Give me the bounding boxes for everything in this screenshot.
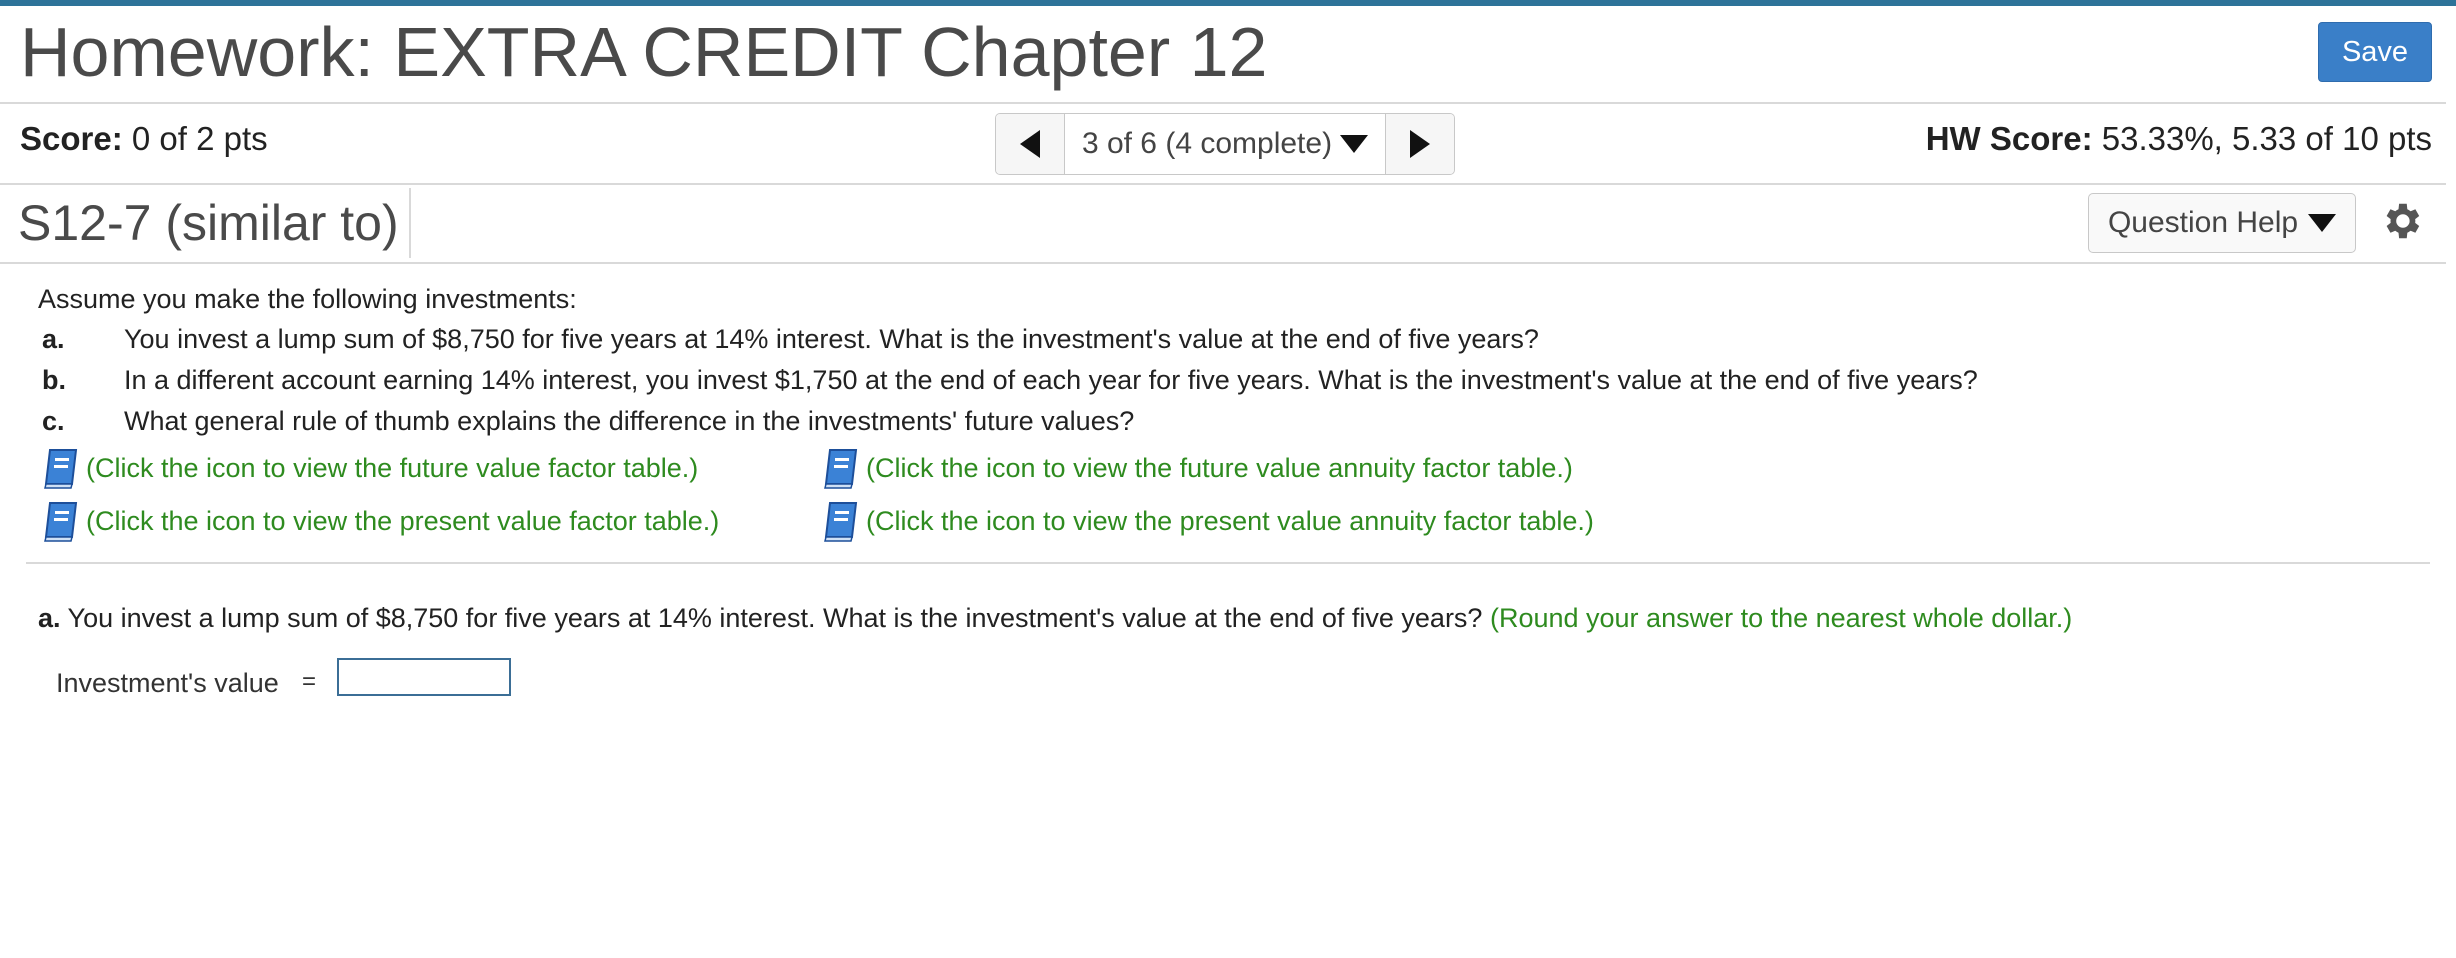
link-text[interactable]: (Click the icon to view the present valu… [866,506,1594,537]
item-label: a. [42,324,65,354]
future-value-table-link[interactable]: (Click the icon to view the future value… [42,446,698,490]
divider [0,262,2446,264]
item-text: In a different account earning 14% inter… [124,365,1978,395]
chevron-down-icon [1340,135,1369,153]
book-icon[interactable] [822,446,860,490]
part-a-text: You invest a lump sum of $8,750 for five… [67,603,1483,633]
question-progress: 3 of 6 (4 complete) [1081,127,1333,160]
divider [0,102,2446,104]
question-selector[interactable]: 3 of 6 (4 complete) [1064,114,1386,174]
book-icon[interactable] [822,499,860,543]
book-icon[interactable] [42,499,80,543]
part-a-question: a. You invest a lump sum of $8,750 for f… [38,603,2072,634]
problem-item-c: c. What general rule of thumb explains th… [42,406,1134,437]
item-label: b. [42,365,66,395]
hw-score-label: HW Score: [1925,120,2093,157]
investment-value-input[interactable] [337,658,511,696]
rounding-hint: (Round your answer to the nearest whole … [1489,603,2073,633]
equals-sign: = [302,668,317,695]
divider [0,183,2446,185]
section-divider [26,562,2430,564]
triangle-right-icon [1410,130,1430,158]
score-value: 0 of 2 pts [131,120,268,157]
score: Score: 0 of 2 pts [20,120,268,158]
save-button[interactable]: Save [2318,22,2432,82]
next-question-button[interactable] [1386,114,1454,174]
item-text: What general rule of thumb explains the … [124,406,1135,436]
link-text[interactable]: (Click the icon to view the future value… [86,453,698,484]
problem-intro: Assume you make the following investment… [38,284,577,314]
present-value-table-link[interactable]: (Click the icon to view the present valu… [42,499,719,543]
part-a-label: a. [38,603,61,633]
chevron-down-icon [2308,214,2337,232]
gear-icon[interactable] [2378,198,2424,244]
hw-score: HW Score: 53.33%, 5.33 of 10 pts [1926,120,2432,158]
problem-item-b: b. In a different account earning 14% int… [42,365,1978,396]
question-help-button[interactable]: Question Help [2088,193,2356,253]
top-accent-bar [0,0,2456,6]
problem-item-a: a. You invest a lump sum of $8,750 for fi… [42,324,1539,355]
hw-score-value: 53.33%, 5.33 of 10 pts [2101,120,2432,157]
previous-question-button[interactable] [996,114,1064,174]
triangle-left-icon [1020,130,1040,158]
investment-value-label: Investment's value [56,668,279,698]
link-text[interactable]: (Click the icon to view the present valu… [86,506,719,537]
item-text: You invest a lump sum of $8,750 for five… [124,324,1539,354]
book-icon[interactable] [42,446,80,490]
present-value-annuity-table-link[interactable]: (Click the icon to view the present valu… [822,499,1594,543]
question-id: S12-7 (similar to) [18,188,411,258]
item-label: c. [42,406,65,436]
question-navigator: 3 of 6 (4 complete) [995,113,1455,175]
question-help-label: Question Help [2107,206,2299,239]
future-value-annuity-table-link[interactable]: (Click the icon to view the future value… [822,446,1573,490]
score-label: Score: [20,120,123,157]
link-text[interactable]: (Click the icon to view the future value… [866,453,1573,484]
page-title: Homework: EXTRA CREDIT Chapter 12 [20,13,1268,91]
